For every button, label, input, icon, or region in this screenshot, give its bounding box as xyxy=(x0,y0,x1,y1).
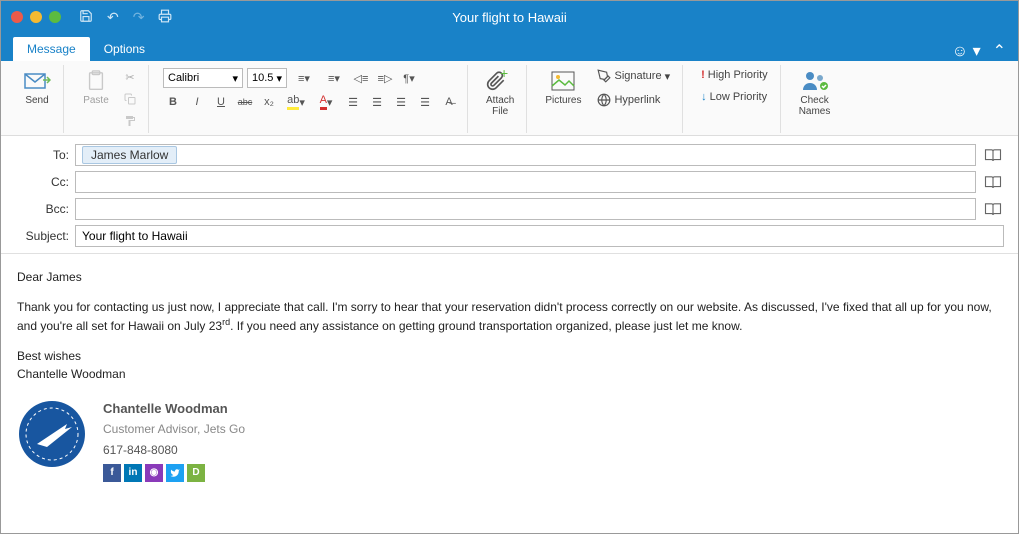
instagram-icon[interactable]: ◉ xyxy=(145,464,163,482)
format-painter-button[interactable] xyxy=(120,111,140,131)
send-button[interactable]: Send xyxy=(19,67,55,108)
body-greeting: Dear James xyxy=(17,268,1002,286)
linkedin-icon[interactable]: in xyxy=(124,464,142,482)
titlebar: ↶ ↷ Your flight to Hawaii xyxy=(1,1,1018,33)
print-icon[interactable] xyxy=(158,9,172,26)
check-names-button[interactable]: Check Names xyxy=(795,67,835,119)
font-select[interactable]: Calibri ▾ xyxy=(163,68,243,88)
tab-message[interactable]: Message xyxy=(13,37,90,61)
copy-button[interactable] xyxy=(120,89,140,109)
bullets-button[interactable]: ≡▾ xyxy=(291,68,317,88)
align-right-button[interactable]: ☰ xyxy=(391,92,411,112)
undo-icon[interactable]: ↶ xyxy=(107,9,119,26)
send-group: Send xyxy=(11,65,64,133)
to-addressbook-icon[interactable] xyxy=(982,145,1004,165)
tab-bar: Message Options ☺ ▾ ⌃ xyxy=(1,33,1018,61)
font-color-button[interactable]: A▾ xyxy=(313,92,339,112)
close-window-button[interactable] xyxy=(11,11,23,23)
tab-options[interactable]: Options xyxy=(90,37,159,61)
to-field[interactable]: James Marlow xyxy=(75,144,976,166)
subject-field[interactable] xyxy=(75,225,1004,247)
names-group: Check Names xyxy=(787,65,843,133)
ribbon: Send Paste ✂ xyxy=(1,61,1018,136)
cc-field[interactable] xyxy=(75,171,976,193)
pictures-button[interactable]: Pictures xyxy=(541,67,585,108)
underline-button[interactable]: U xyxy=(211,92,231,112)
justify-button[interactable]: ☰ xyxy=(415,92,435,112)
cc-addressbook-icon[interactable] xyxy=(982,172,1004,192)
strike-button[interactable]: abc xyxy=(235,92,255,112)
font-size-select[interactable]: 10.5 ▾ xyxy=(247,68,287,88)
to-label: To: xyxy=(15,148,69,162)
cc-label: Cc: xyxy=(15,175,69,189)
cut-button[interactable]: ✂ xyxy=(120,67,140,87)
signature-button[interactable]: Signature ▾ xyxy=(593,67,674,85)
clipboard-group: Paste ✂ xyxy=(70,65,149,133)
highlight-button[interactable]: ab▾ xyxy=(283,92,309,112)
message-body[interactable]: Dear James Thank you for contacting us j… xyxy=(1,254,1018,533)
signature-phone: 617-848-8080 xyxy=(103,441,245,459)
font-group: Calibri ▾ 10.5 ▾ ≡▾ ≡▾ ◁≡ ≡▷ ¶▾ B I U ab… xyxy=(155,65,468,133)
window-title: Your flight to Hawaii xyxy=(452,10,566,25)
redo-icon[interactable]: ↷ xyxy=(133,9,145,26)
bcc-label: Bcc: xyxy=(15,202,69,216)
signature-block: Chantelle Woodman Customer Advisor, Jets… xyxy=(17,399,1002,482)
paste-button[interactable]: Paste xyxy=(78,67,114,108)
quick-access: ↶ ↷ xyxy=(79,9,172,26)
window-controls xyxy=(11,11,61,23)
body-paragraph: Thank you for contacting us just now, I … xyxy=(17,298,1002,335)
signature-role: Customer Advisor, Jets Go xyxy=(103,420,245,438)
hyperlink-button[interactable]: Hyperlink xyxy=(593,91,674,109)
twitter-icon[interactable] xyxy=(166,464,184,482)
decrease-indent-button[interactable]: ◁≡ xyxy=(351,68,371,88)
collapse-ribbon-icon[interactable]: ⌃ xyxy=(993,41,1006,61)
bold-button[interactable]: B xyxy=(163,92,183,112)
maximize-window-button[interactable] xyxy=(49,11,61,23)
recipient-chip[interactable]: James Marlow xyxy=(82,146,177,164)
message-headers: To: James Marlow Cc: Bcc: Subject: xyxy=(1,136,1018,254)
paragraph-button[interactable]: ¶▾ xyxy=(399,68,419,88)
align-center-button[interactable]: ☰ xyxy=(367,92,387,112)
high-priority-button[interactable]: ! High Priority xyxy=(697,67,772,83)
align-left-button[interactable]: ☰ xyxy=(343,92,363,112)
clear-format-button[interactable]: A̶ xyxy=(439,92,459,112)
other-social-icon[interactable]: D xyxy=(187,464,205,482)
company-logo-icon xyxy=(17,399,87,469)
bcc-addressbook-icon[interactable] xyxy=(982,199,1004,219)
bcc-field[interactable] xyxy=(75,198,976,220)
attach-file-button[interactable]: + Attach File xyxy=(482,67,518,119)
social-icons: f in ◉ D xyxy=(103,464,245,482)
signature-name: Chantelle Woodman xyxy=(103,399,245,419)
italic-button[interactable]: I xyxy=(187,92,207,112)
subscript-button[interactable]: x₂ xyxy=(259,92,279,112)
facebook-icon[interactable]: f xyxy=(103,464,121,482)
low-priority-button[interactable]: ↓ Low Priority xyxy=(697,89,772,105)
compose-window: ↶ ↷ Your flight to Hawaii Message Option… xyxy=(0,0,1019,534)
subject-label: Subject: xyxy=(15,229,69,243)
save-icon[interactable] xyxy=(79,9,93,26)
insert-group: Pictures Signature ▾ Hyperlink xyxy=(533,65,683,133)
minimize-window-button[interactable] xyxy=(30,11,42,23)
body-closing: Best wishes Chantelle Woodman xyxy=(17,347,1002,383)
attach-group: + Attach File xyxy=(474,65,527,133)
increase-indent-button[interactable]: ≡▷ xyxy=(375,68,395,88)
emoji-icon[interactable]: ☺ ▾ xyxy=(952,41,981,61)
priority-group: ! High Priority ↓ Low Priority xyxy=(689,65,781,133)
numbering-button[interactable]: ≡▾ xyxy=(321,68,347,88)
